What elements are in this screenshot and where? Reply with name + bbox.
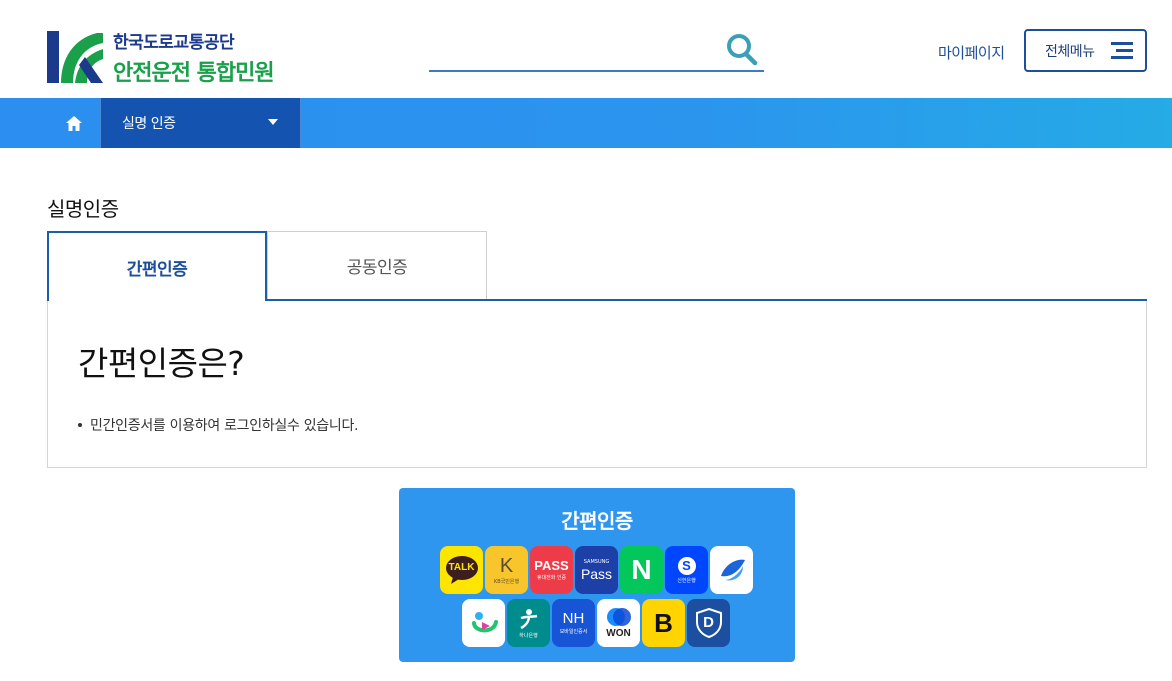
site-logo[interactable]: 한국도로교통공단 안전운전 통합민원 <box>47 28 307 86</box>
shinhan-sub: 신한은행 <box>677 577 696 584</box>
info-bullet: 민간인증서를 이용하여 로그인하실수 있습니다. <box>78 415 359 435</box>
info-bullet-text: 민간인증서를 이용하여 로그인하실수 있습니다. <box>90 418 359 434</box>
hamburger-icon <box>1111 42 1133 60</box>
home-icon <box>65 115 82 131</box>
breadcrumb-nav: 실명 인증 <box>0 98 1172 148</box>
site-header: 한국도로교통공단 안전운전 통합민원 마이페이지 전체메뉴 <box>0 0 1172 98</box>
shield-icon[interactable]: D <box>687 599 730 647</box>
hana-bank-icon[interactable]: 하나은행 <box>507 599 550 647</box>
tab-joint-cert[interactable]: 공동인증 <box>267 231 487 299</box>
nh-label: NH <box>562 610 585 627</box>
search-bar <box>429 30 764 72</box>
pass-label: PASS <box>534 558 569 573</box>
info-title: 간편인증은? <box>78 344 245 383</box>
banksalad-icon[interactable]: B <box>642 599 685 647</box>
logo-org-name: 한국도로교통공단 <box>113 32 235 53</box>
samsung-sub: SAMSUNG <box>583 559 610 565</box>
kb-sub: KB국민은행 <box>493 578 520 585</box>
payco-icon[interactable] <box>462 599 505 647</box>
pass-sub: 휴대전화 인증 <box>536 575 567 581</box>
all-menu-button[interactable]: 전체메뉴 <box>1024 29 1147 72</box>
won-label: WON <box>606 627 631 639</box>
hana-sub: 하나은행 <box>519 632 538 639</box>
toss-icon[interactable] <box>710 546 753 594</box>
samsung-pass-label: Pass <box>580 566 613 582</box>
kakaotalk-icon[interactable]: TALK <box>440 546 483 594</box>
menu-dropdown-label: 실명 인증 <box>122 116 176 132</box>
page-title: 실명인증 <box>47 197 119 221</box>
home-button[interactable] <box>47 98 100 148</box>
mypage-link[interactable]: 마이페이지 <box>938 42 1005 63</box>
search-input[interactable] <box>429 34 719 68</box>
tab-easy-auth[interactable]: 간편인증 <box>47 231 267 301</box>
shinhan-label: S <box>682 558 691 573</box>
all-menu-label: 전체메뉴 <box>1045 43 1095 60</box>
shinhan-bank-icon[interactable]: S 신한은행 <box>665 546 708 594</box>
logo-service-name: 안전운전 통합민원 <box>113 60 275 86</box>
naver-icon[interactable]: N <box>620 546 663 594</box>
easy-auth-title: 간편인증 <box>561 509 633 533</box>
kakaotalk-label: TALK <box>448 562 475 573</box>
auth-app-row-2: 하나은행 NH 모바일인증서 WON B D <box>462 599 730 647</box>
kb-label: K <box>499 554 514 577</box>
bullet-dot <box>78 423 82 427</box>
menu-dropdown[interactable]: 실명 인증 <box>100 98 301 148</box>
banksalad-label: B <box>654 608 673 638</box>
auth-tabs: 간편인증 공동인증 <box>47 231 1147 301</box>
samsung-pass-icon[interactable]: SAMSUNG Pass <box>575 546 618 594</box>
dream-label: D <box>703 614 714 631</box>
woori-won-icon[interactable]: WON <box>597 599 640 647</box>
info-panel: 간편인증은? 민간인증서를 이용하여 로그인하실수 있습니다. <box>47 301 1147 468</box>
nh-bank-icon[interactable]: NH 모바일인증서 <box>552 599 595 647</box>
naver-label: N <box>631 554 652 585</box>
koroad-logo-icon <box>47 29 103 85</box>
easy-auth-button[interactable]: 간편인증 TALK K KB국민은행 PASS 휴대전화 인증 SAMSUNG … <box>399 488 795 662</box>
auth-app-row-1: TALK K KB국민은행 PASS 휴대전화 인증 SAMSUNG Pass … <box>440 546 753 594</box>
caret-down-icon <box>268 119 278 125</box>
pass-icon[interactable]: PASS 휴대전화 인증 <box>530 546 573 594</box>
kb-bank-icon[interactable]: K KB국민은행 <box>485 546 528 594</box>
nh-sub: 모바일인증서 <box>559 629 588 635</box>
search-icon[interactable] <box>726 32 758 66</box>
